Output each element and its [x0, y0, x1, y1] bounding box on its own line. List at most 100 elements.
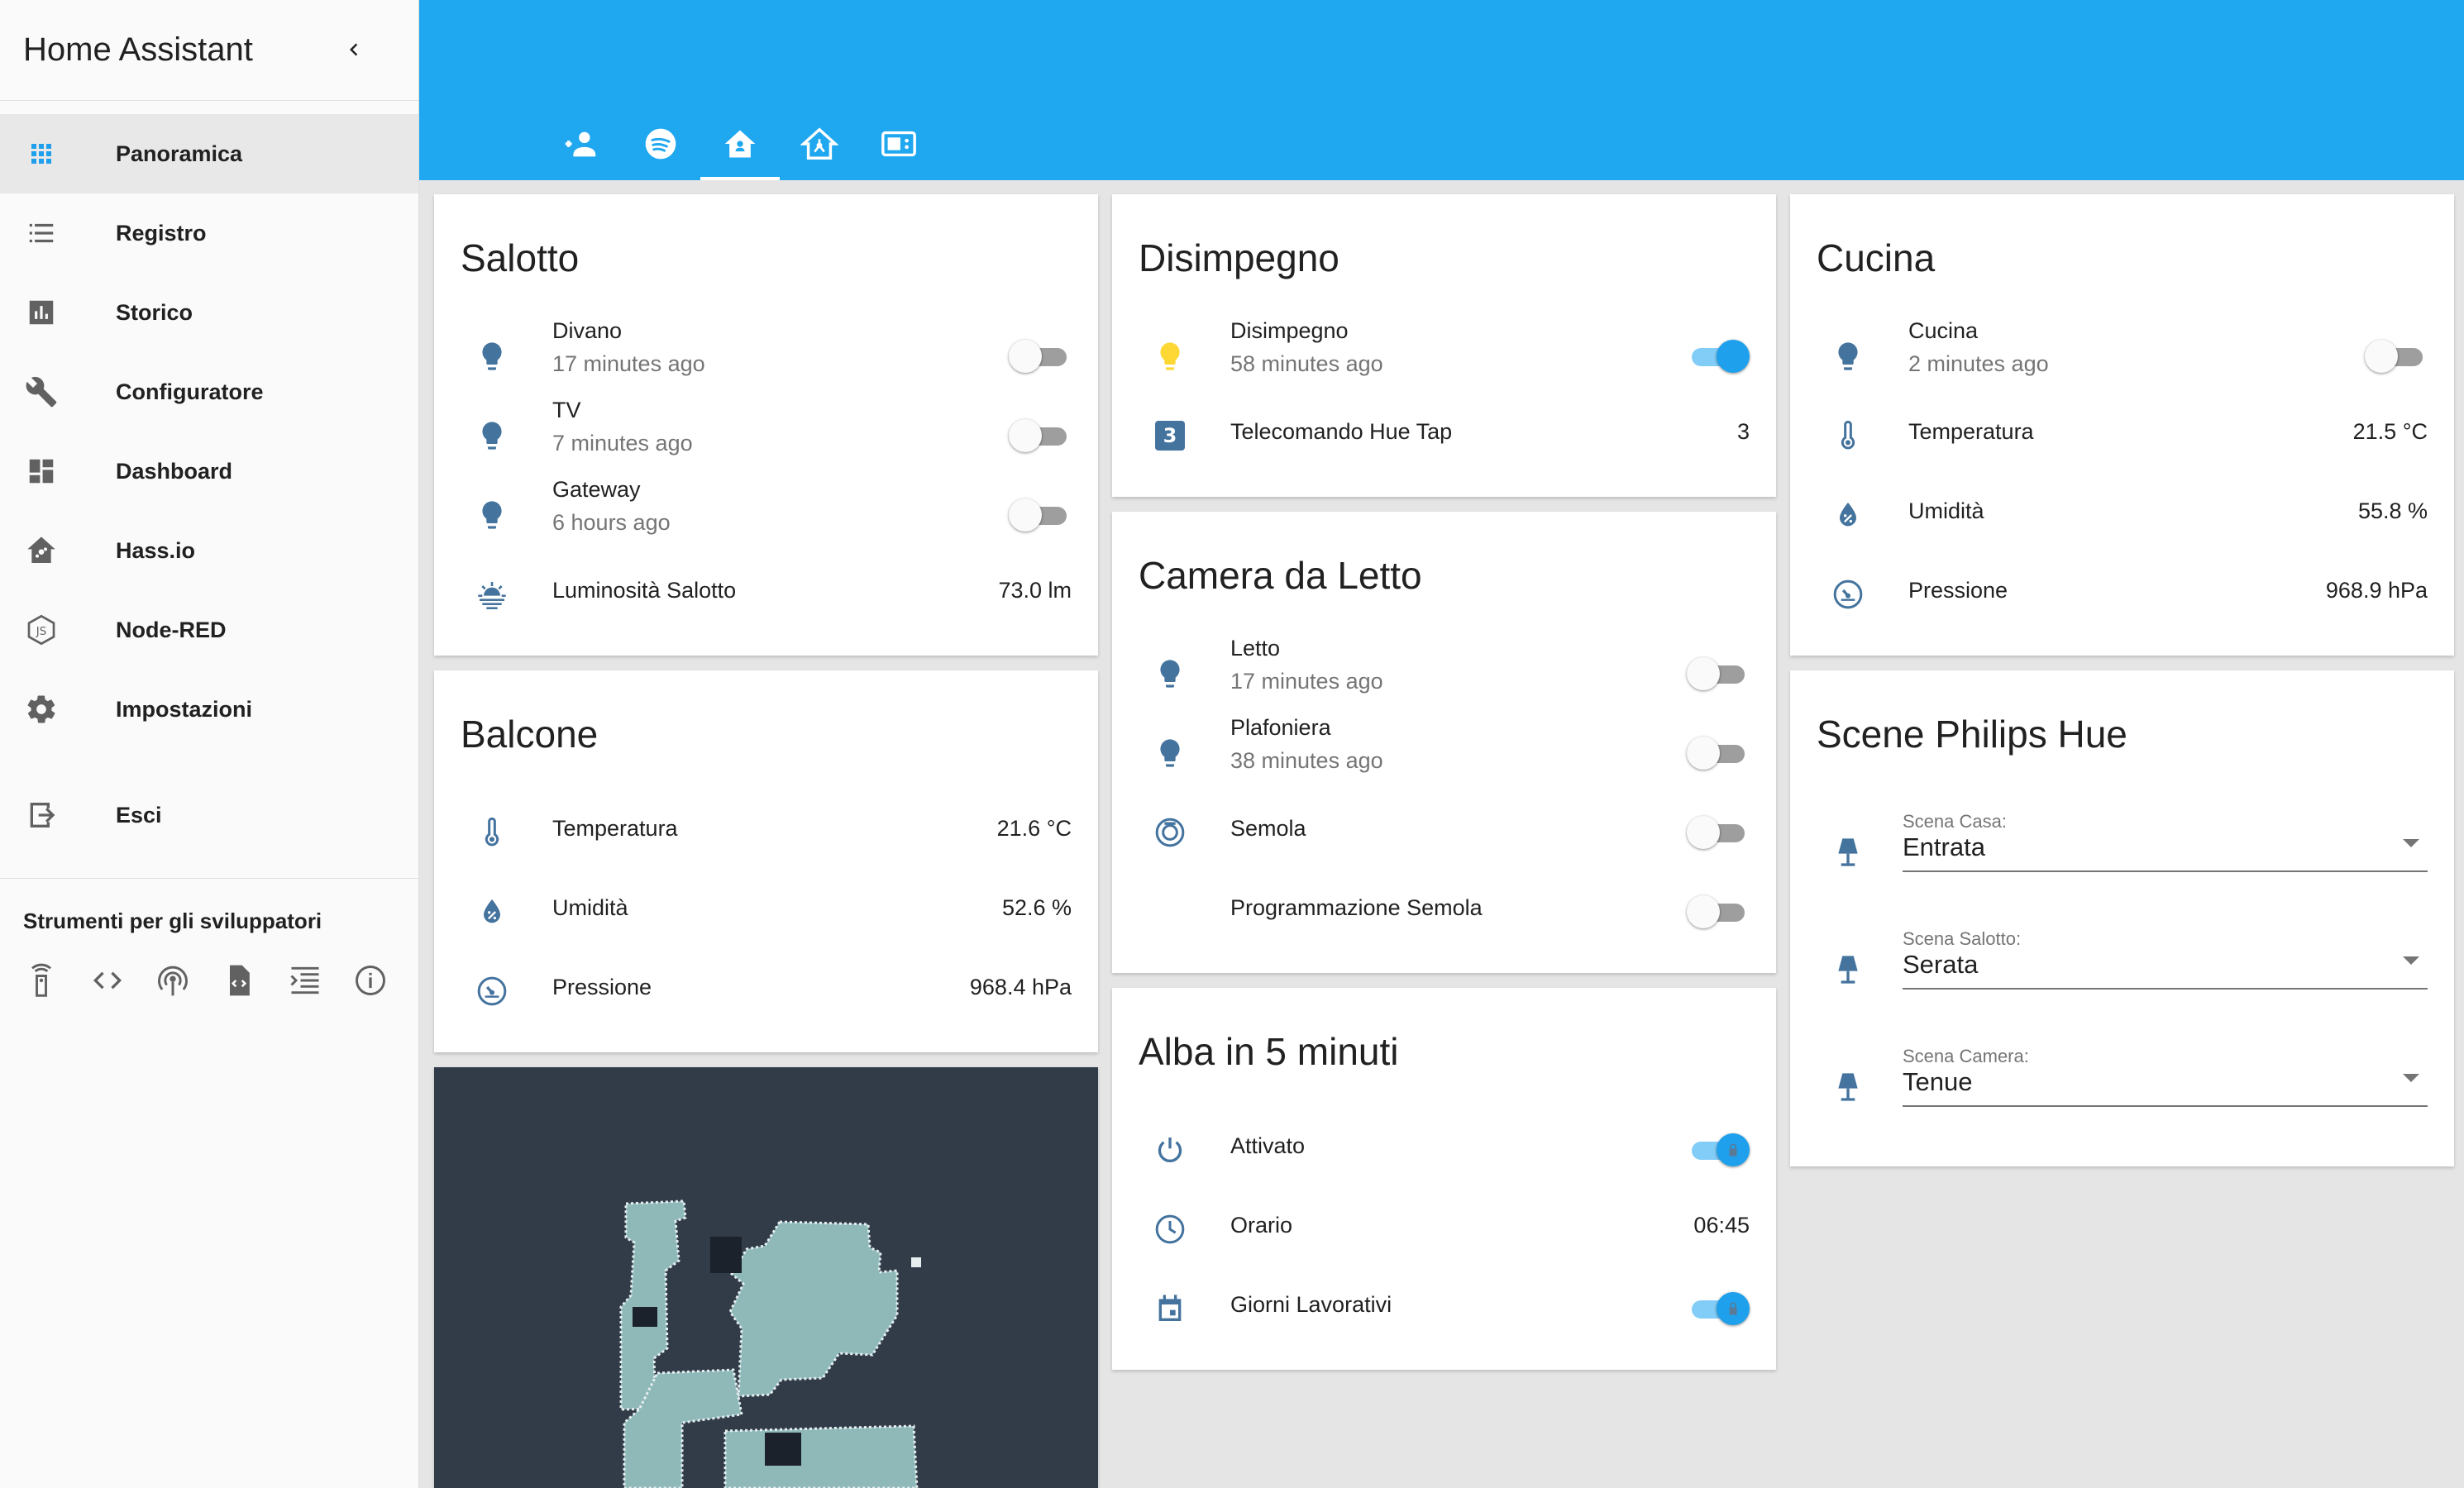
sidebar-item-label: Panoramica [116, 141, 243, 166]
entity-name: Semola [1230, 816, 1306, 841]
events-icon[interactable] [287, 961, 353, 1000]
entity-row-gateway[interactable]: Gateway 6 hours ago [434, 474, 1098, 553]
toggle-switch[interactable] [1687, 1292, 1750, 1325]
template-icon[interactable] [221, 961, 287, 1000]
sidebar-item-panoramica[interactable]: Panoramica [0, 114, 418, 193]
scene-select[interactable]: Scena Salotto: Serata [1903, 928, 2428, 1008]
robot-vacuum-icon [1152, 814, 1188, 851]
top-app-bar [419, 0, 2464, 180]
sidebar-item-hassio[interactable]: Hass.io [0, 511, 418, 590]
sidebar-item-registro[interactable]: Registro [0, 193, 418, 273]
entity-state: 55.8 % [2357, 498, 2428, 523]
entity-state: 52.6 % [1001, 895, 1072, 920]
gauge-icon [474, 973, 510, 1009]
toggle-switch[interactable] [1687, 340, 1750, 373]
entity-row-programmazione-semola[interactable]: Programmazione Semola [1112, 870, 1776, 950]
tab-spotify[interactable] [621, 107, 700, 180]
clock-icon [1152, 1211, 1188, 1247]
toggle-switch[interactable] [1687, 1133, 1750, 1166]
entity-row-cucina[interactable]: Cucina 2 minutes ago [1790, 315, 2454, 394]
entity-row-luminosita[interactable]: Luminosità Salotto 73.0 lm [434, 553, 1098, 632]
scene-select[interactable]: Scena Casa: Entrata [1903, 811, 2428, 890]
entity-name: Giorni Lavorativi [1230, 1292, 1392, 1317]
card-title: Alba in 5 minuti [1139, 1030, 1399, 1073]
entity-row-divano[interactable]: Divano 17 minutes ago [434, 315, 1098, 394]
code-icon[interactable] [89, 961, 155, 1000]
entity-name: Umidità [1908, 498, 1984, 523]
scene-select[interactable]: Scena Camera: Tenue [1903, 1046, 2428, 1125]
dropdown-arrow-icon [2403, 1074, 2419, 1082]
entity-last-changed: 38 minutes ago [1230, 748, 1383, 773]
sidebar-item-label: Registro [116, 220, 207, 246]
card-disimpegno: Disimpegno Disimpegno 58 minutes ago 3 T… [1112, 194, 1776, 497]
entity-name: Telecomando Hue Tap [1230, 419, 1453, 444]
tab-casa[interactable] [700, 107, 780, 180]
water-percent-icon [474, 894, 510, 930]
card-title: Scene Philips Hue [1817, 713, 2127, 756]
toggle-switch[interactable] [1687, 816, 1750, 849]
entity-row-pressione[interactable]: Pressione 968.4 hPa [434, 950, 1098, 1029]
entity-row-orario[interactable]: Orario 06:45 [1112, 1188, 1776, 1267]
entity-row-temperatura[interactable]: Temperatura 21.6 °C [434, 791, 1098, 870]
broadcast-icon[interactable] [155, 961, 221, 1000]
tab-persone[interactable] [542, 107, 621, 180]
toggle-switch[interactable] [1687, 895, 1750, 928]
sidebar-item-esci[interactable]: Esci [0, 775, 418, 855]
sidebar-header: Home Assistant [0, 0, 418, 101]
toggle-switch[interactable] [1687, 657, 1750, 690]
gear-icon [25, 693, 58, 726]
sidebar-item-label: Dashboard [116, 458, 233, 484]
entity-name: Cucina [1908, 318, 1979, 343]
nodejs-icon: JS [25, 613, 58, 646]
vacuum-map-card[interactable] [434, 1067, 1098, 1488]
lamp-icon [1830, 951, 1866, 988]
entity-row-scena-camera[interactable]: Scena Camera: Tenue [1790, 1046, 2454, 1125]
dropdown-arrow-icon [2403, 839, 2419, 847]
collapse-sidebar-button[interactable] [336, 31, 372, 68]
toggle-switch[interactable] [1687, 737, 1750, 770]
entity-row-disimpegno[interactable]: Disimpegno 58 minutes ago [1112, 315, 1776, 394]
entity-last-changed: 7 minutes ago [552, 431, 693, 455]
remote-icon[interactable] [23, 961, 89, 1000]
dev-tools-title: Strumenti per gli sviluppatori [23, 909, 322, 933]
numeric-badge-icon: 3 [1152, 417, 1188, 454]
entity-row-temperatura[interactable]: Temperatura 21.5 °C [1790, 394, 2454, 474]
entity-row-umidita[interactable]: Umidità 52.6 % [434, 870, 1098, 950]
card-cucina: Cucina Cucina 2 minutes ago Temperatura … [1790, 194, 2454, 656]
lightbulb-icon [474, 417, 510, 454]
lightbulb-icon [1152, 656, 1188, 692]
entity-row-scena-salotto[interactable]: Scena Salotto: Serata [1790, 928, 2454, 1008]
entity-row-hue-tap[interactable]: 3 Telecomando Hue Tap 3 [1112, 394, 1776, 474]
sidebar-item-label: Configuratore [116, 379, 264, 404]
toggle-switch[interactable] [1009, 498, 1072, 532]
tab-telecomandi[interactable] [859, 107, 938, 180]
toggle-switch[interactable] [1009, 419, 1072, 452]
sidebar-item-dashboard[interactable]: Dashboard [0, 432, 418, 511]
entity-row-giorni-lavorativi[interactable]: Giorni Lavorativi [1112, 1267, 1776, 1347]
sidebar-item-node-red[interactable]: JS Node-RED [0, 590, 418, 670]
entity-row-umidita[interactable]: Umidità 55.8 % [1790, 474, 2454, 553]
entity-name: Pressione [1908, 578, 2008, 603]
entity-row-pressione[interactable]: Pressione 968.9 hPa [1790, 553, 2454, 632]
entity-row-tv[interactable]: TV 7 minutes ago [434, 394, 1098, 474]
entity-row-semola[interactable]: Semola [1112, 791, 1776, 870]
toggle-switch[interactable] [2365, 340, 2428, 373]
entity-row-letto[interactable]: Letto 17 minutes ago [1112, 632, 1776, 712]
home-assistant-icon [25, 534, 58, 567]
tab-automazione[interactable] [780, 107, 859, 180]
sidebar-item-impostazioni[interactable]: Impostazioni [0, 670, 418, 749]
entity-row-scena-casa[interactable]: Scena Casa: Entrata [1790, 811, 2454, 890]
entity-state: 968.9 hPa [2325, 578, 2428, 603]
entity-row-plafoniera[interactable]: Plafoniera 38 minutes ago [1112, 712, 1776, 791]
sidebar-item-configuratore[interactable]: Configuratore [0, 352, 418, 432]
info-icon[interactable] [352, 961, 418, 1000]
entity-last-changed: 6 hours ago [552, 510, 671, 535]
toggle-switch[interactable] [1009, 340, 1072, 373]
water-percent-icon [1830, 497, 1866, 533]
entity-row-attivato[interactable]: Attivato [1112, 1109, 1776, 1188]
lamp-icon [1830, 834, 1866, 870]
sidebar-item-storico[interactable]: Storico [0, 273, 418, 352]
lightbulb-on-icon [1152, 338, 1188, 374]
card-title: Balcone [461, 713, 599, 756]
wrench-icon [25, 375, 58, 408]
